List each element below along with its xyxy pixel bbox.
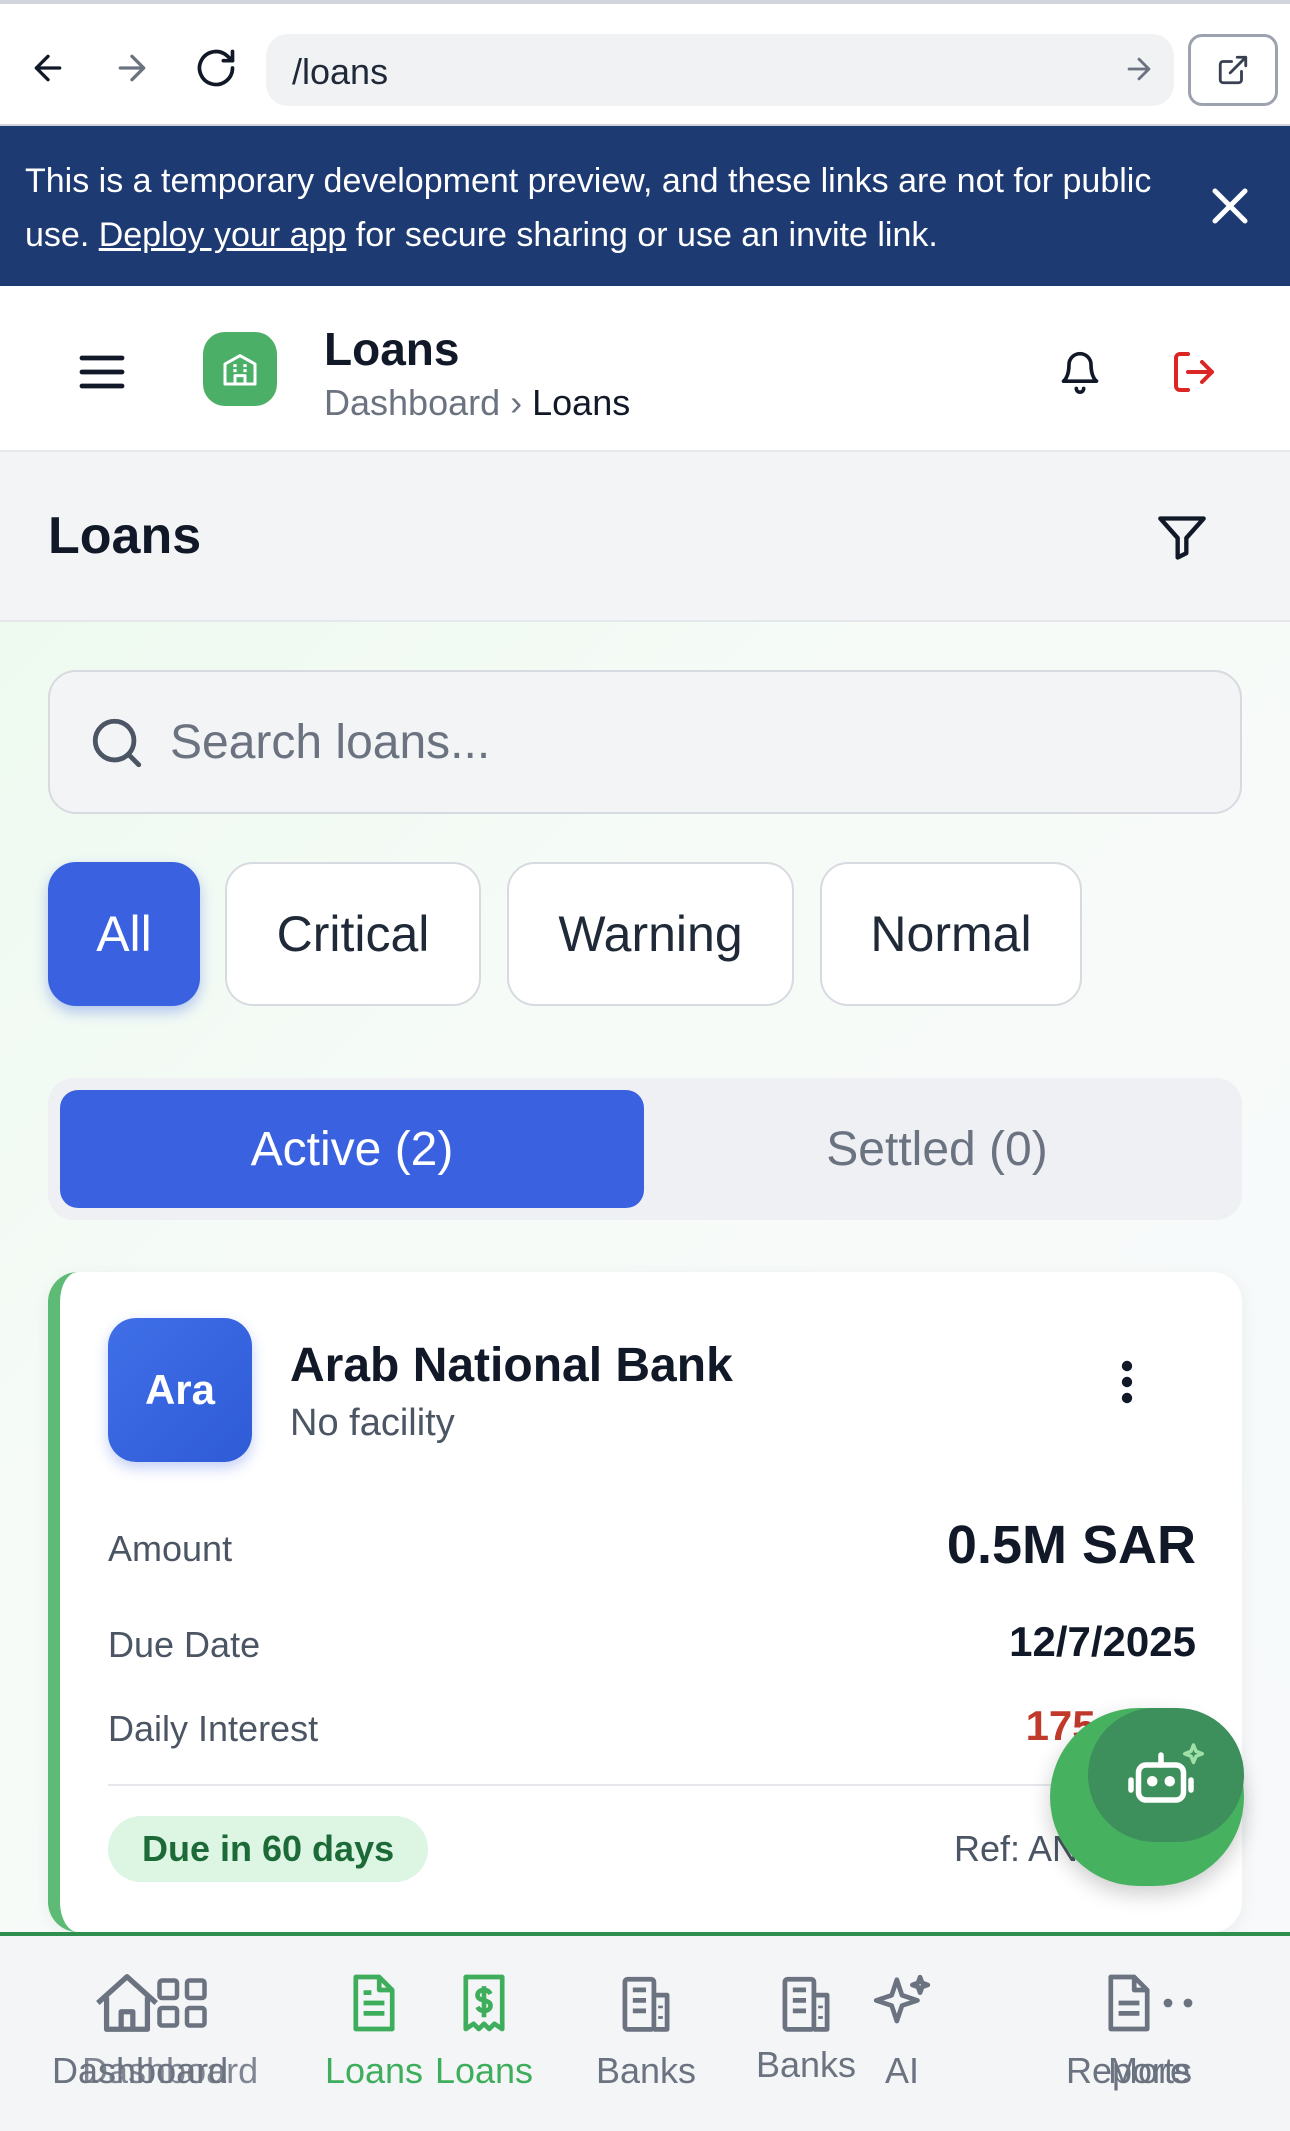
tab-banks[interactable]: Banks [571,1970,721,2092]
more-icon [1163,1998,1193,2008]
due-status-badge: Due in 60 days [108,1816,429,1882]
arrow-right-icon [118,54,146,82]
daily-interest-label: Daily Interest [108,1708,319,1749]
tab-label-banks-duplicate: Banks [755,2044,857,2085]
search-icon [92,718,142,768]
receipt-dollar-icon [463,1974,505,2032]
tab-label-dashboard-duplicate: Dashboard [82,2050,259,2091]
forward-button[interactable] [100,36,164,100]
arrow-left-icon [34,54,62,82]
go-arrow-icon[interactable] [1122,52,1156,86]
breadcrumb: Dashboard › Loans [324,382,630,424]
browser-toolbar: /loans [0,0,1290,126]
tab-label-loans: Loans [324,2050,424,2091]
tab-label-ai: AI [884,2050,919,2091]
app-logo [203,332,277,406]
reload-icon [197,49,235,87]
document-icon [353,1974,395,2032]
breadcrumb-separator: › [510,382,523,423]
bank-icon [782,1976,830,2032]
deploy-app-link[interactable]: Deploy your app [99,216,347,254]
banner-message: This is a temporary development preview,… [25,154,1175,262]
bank-icon [622,1976,670,2032]
filter-chip-warning[interactable]: Warning [507,862,794,1006]
bank-name: Arab National Bank [290,1339,733,1392]
bank-avatar: Ara [108,1318,252,1462]
tab-loans-duplicate[interactable]: Loans [424,1970,544,2092]
tab-label-loans-duplicate: Loans [434,2050,534,2091]
page-heading: Loans [0,452,1290,622]
card-divider [108,1784,1198,1786]
tab-active-loans[interactable]: Active (2) [60,1090,644,1208]
url-text: /loans [292,51,389,92]
bell-icon[interactable] [1058,348,1102,396]
logout-icon[interactable] [1170,348,1218,396]
address-bar[interactable]: /loans [266,34,1174,106]
filter-chip-all[interactable]: All [48,862,200,1006]
external-link-icon [1218,55,1248,85]
status-segmented-control: Active (2) Settled (0) [48,1078,1242,1220]
due-date-value: 12/7/2025 [1009,1618,1196,1665]
banner-text-after: for secure sharing or use an invite link… [346,216,938,254]
sparkle-icon [873,1974,931,2024]
breadcrumb-dashboard[interactable]: Dashboard [324,382,500,423]
dev-preview-banner: This is a temporary development preview,… [0,126,1290,286]
page-title: Loans [48,507,202,565]
back-button[interactable] [16,36,80,100]
tab-loans[interactable]: Loans [314,1970,434,2092]
tab-ai[interactable]: AI [862,1970,942,2092]
grid-icon [157,1978,207,2028]
bottom-tab-bar: Dashboard Dashboard Loans Loans Banks Ba… [0,1932,1290,2131]
tab-more[interactable]: More [1074,1970,1224,2092]
tab-banks-duplicate[interactable]: Banks [731,1970,881,2086]
app-header: Loans Dashboard › Loans [0,286,1290,452]
facility-label: No facility [290,1402,455,1444]
breadcrumb-current: Loans [532,382,631,423]
amount-label: Amount [108,1528,233,1569]
close-icon[interactable] [1200,176,1260,236]
menu-icon[interactable] [76,352,128,392]
building-icon [223,354,257,386]
tab-label-more: More [1107,2050,1191,2091]
tab-dashboard-duplicate[interactable]: Dashboard [82,1970,259,2092]
filter-chip-critical[interactable]: Critical [225,862,481,1006]
open-external-button[interactable] [1188,34,1278,106]
more-options-icon[interactable] [1120,1358,1134,1406]
reload-button[interactable] [184,36,248,100]
header-title: Loans [324,323,460,375]
search-box [48,670,1242,814]
tab-label-banks: Banks [595,2050,697,2091]
filter-icon[interactable] [1156,514,1208,562]
tab-settled-loans[interactable]: Settled (0) [644,1090,1230,1208]
ai-assistant-button-inner [1088,1708,1244,1842]
filter-chip-normal[interactable]: Normal [820,862,1082,1006]
search-input[interactable] [170,706,1210,778]
amount-value: 0.5M SAR [946,1515,1196,1575]
robot-icon [1128,1743,1204,1803]
due-date-label: Due Date [108,1624,261,1665]
ai-assistant-button[interactable] [1050,1708,1244,1886]
